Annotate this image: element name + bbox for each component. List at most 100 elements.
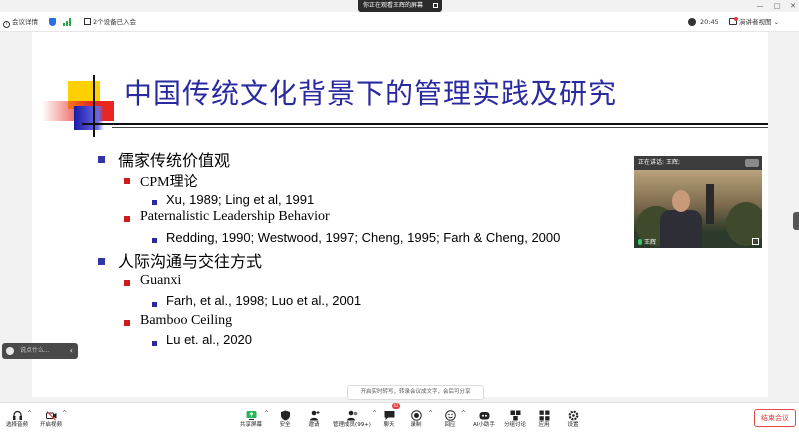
speaker-head	[672, 190, 690, 212]
bullet-l3-icon	[152, 200, 157, 205]
gear-icon	[568, 406, 579, 421]
slide-title: 中国传统文化背景下的管理实践及研究	[124, 77, 618, 110]
chat-icon: 42	[384, 403, 400, 420]
invite-icon	[309, 406, 320, 421]
security-shield-icon	[49, 18, 56, 26]
devices-label: 2个设备已入会	[93, 18, 137, 26]
speaking-name: 王辉;	[665, 159, 680, 166]
bullet-l3-icon	[152, 302, 157, 307]
invite-button[interactable]: 邀请	[302, 406, 326, 433]
meeting-info-label: 会议详情	[12, 18, 38, 26]
bullet-l2-icon	[124, 280, 130, 286]
ai-assistant-button[interactable]: AI小助手	[470, 406, 498, 433]
participant-name: 王辉	[644, 239, 657, 246]
video-options-icon[interactable]	[745, 159, 759, 167]
share-screen-icon	[246, 406, 257, 420]
section-heading: 儒家传统价值观	[118, 151, 231, 170]
video-caret-icon[interactable]: ^	[62, 410, 67, 417]
close-icon[interactable]: ✕	[788, 1, 798, 11]
view-mode-button[interactable]: 演讲者视图 ⌄	[729, 16, 779, 28]
record-caret-icon[interactable]: ^	[428, 410, 433, 417]
transcription-tip[interactable]: 开启实时转写，转录会议成文字，会后可分享	[347, 385, 484, 400]
meeting-toolbar: 选择音频 ^ 开启视频 ^ 共享屏幕 ^ 安全 邀请 管理成员(99+) ^ 4…	[0, 402, 799, 434]
chat-badge: 42	[392, 403, 400, 409]
bullet-l1-icon	[98, 258, 105, 265]
security-label: 安全	[279, 422, 291, 428]
settings-button[interactable]: 设置	[561, 406, 585, 433]
record-button[interactable]: 录制	[404, 406, 428, 433]
apps-label: 应用	[538, 422, 550, 428]
expand-icon[interactable]	[752, 238, 759, 245]
reference-text: Redding, 1990; Westwood, 1997; Cheng, 19…	[166, 230, 561, 245]
item-heading: Guanxi	[140, 273, 182, 288]
chat-button[interactable]: 42 聊天	[377, 403, 401, 433]
ai-label: AI小助手	[473, 422, 495, 428]
reactions-caret-icon[interactable]: ^	[461, 410, 466, 417]
audio-caret-icon[interactable]: ^	[27, 410, 32, 417]
devices-icon	[84, 18, 91, 25]
item-heading: Bamboo Ceiling	[140, 313, 233, 328]
members-button[interactable]: 管理成员(99+)	[330, 406, 374, 433]
share-view-icon	[433, 3, 438, 8]
apps-icon	[539, 406, 550, 421]
slide-deco-horizontal-line	[82, 123, 768, 125]
video-button[interactable]: 开启视频	[38, 406, 64, 433]
speaker-body	[660, 210, 702, 248]
video-label: 开启视频	[39, 422, 62, 428]
reference-text: Lu et. al., 2020	[166, 332, 253, 347]
headphone-icon	[12, 406, 23, 420]
share-screen-button[interactable]: 共享屏幕	[238, 406, 264, 433]
breakout-button[interactable]: 分组讨论	[500, 406, 530, 433]
meeting-window: 你正在观看王辉的屏幕 — □ ✕ i 会议详情 2个设备已入会 20:45 演讲者…	[0, 0, 799, 434]
speaker-view-icon	[729, 17, 738, 25]
bullet-l1-icon	[98, 156, 105, 163]
shield-icon	[280, 406, 291, 421]
info-icon: i	[3, 21, 10, 28]
chat-label: 聊天	[383, 422, 395, 428]
bullet-l2-icon	[124, 320, 130, 326]
share-label: 共享屏幕	[239, 422, 262, 428]
slide-deco-vertical-line	[93, 75, 95, 137]
video-pagoda	[706, 184, 714, 224]
record-icon	[410, 406, 422, 421]
clock-icon	[688, 18, 696, 26]
video-off-icon	[45, 406, 57, 421]
breakout-label: 分组讨论	[503, 422, 526, 428]
emoji-icon[interactable]	[6, 347, 14, 355]
meeting-info-button[interactable]: i 会议详情	[3, 16, 38, 28]
members-icon	[346, 406, 358, 421]
record-label: 录制	[410, 422, 422, 428]
reactions-label: 回应	[444, 422, 456, 428]
collapse-arrow-icon[interactable]: ‹	[70, 343, 73, 359]
speaking-label: 正在讲话:	[638, 159, 665, 166]
maximize-icon[interactable]: □	[772, 1, 782, 11]
participant-name-tag: 王辉	[638, 237, 656, 246]
reactions-button[interactable]: 回应	[438, 406, 462, 433]
bullet-l3-icon	[152, 238, 157, 243]
share-status-text: 你正在观看王辉的屏幕	[363, 2, 424, 9]
meeting-time: 20:45	[700, 18, 719, 26]
bullet-l3-icon	[152, 341, 157, 346]
invite-label: 邀请	[308, 422, 320, 428]
bullet-l2-icon	[124, 216, 130, 222]
breakout-icon	[510, 406, 521, 421]
apps-button[interactable]: 应用	[532, 406, 556, 433]
network-signal-icon	[63, 18, 71, 26]
slide-deco-blue	[74, 106, 104, 130]
chat-input-pill[interactable]: 说点什么... ‹	[2, 343, 78, 359]
item-heading: CPM理论	[140, 175, 198, 190]
title-bar: 你正在观看王辉的屏幕 — □ ✕	[0, 0, 799, 12]
share-caret-icon[interactable]: ^	[264, 410, 269, 417]
ai-assistant-icon	[479, 406, 490, 420]
audio-label: 选择音频	[5, 422, 28, 428]
view-mode-label: 演讲者视图	[739, 18, 772, 26]
minimize-icon[interactable]: —	[755, 1, 765, 11]
speaker-video-tile[interactable]: 正在讲话: 王辉; 王辉	[634, 156, 762, 248]
slide-deco-horizontal-line-2	[112, 127, 768, 128]
security-button[interactable]: 安全	[273, 406, 297, 433]
reaction-icon	[444, 406, 456, 421]
screen-share-status[interactable]: 你正在观看王辉的屏幕	[358, 0, 442, 12]
side-panel-toggle[interactable]	[793, 212, 799, 230]
devices-indicator[interactable]: 2个设备已入会	[84, 16, 136, 28]
end-meeting-button[interactable]: 结束会议	[754, 409, 796, 427]
